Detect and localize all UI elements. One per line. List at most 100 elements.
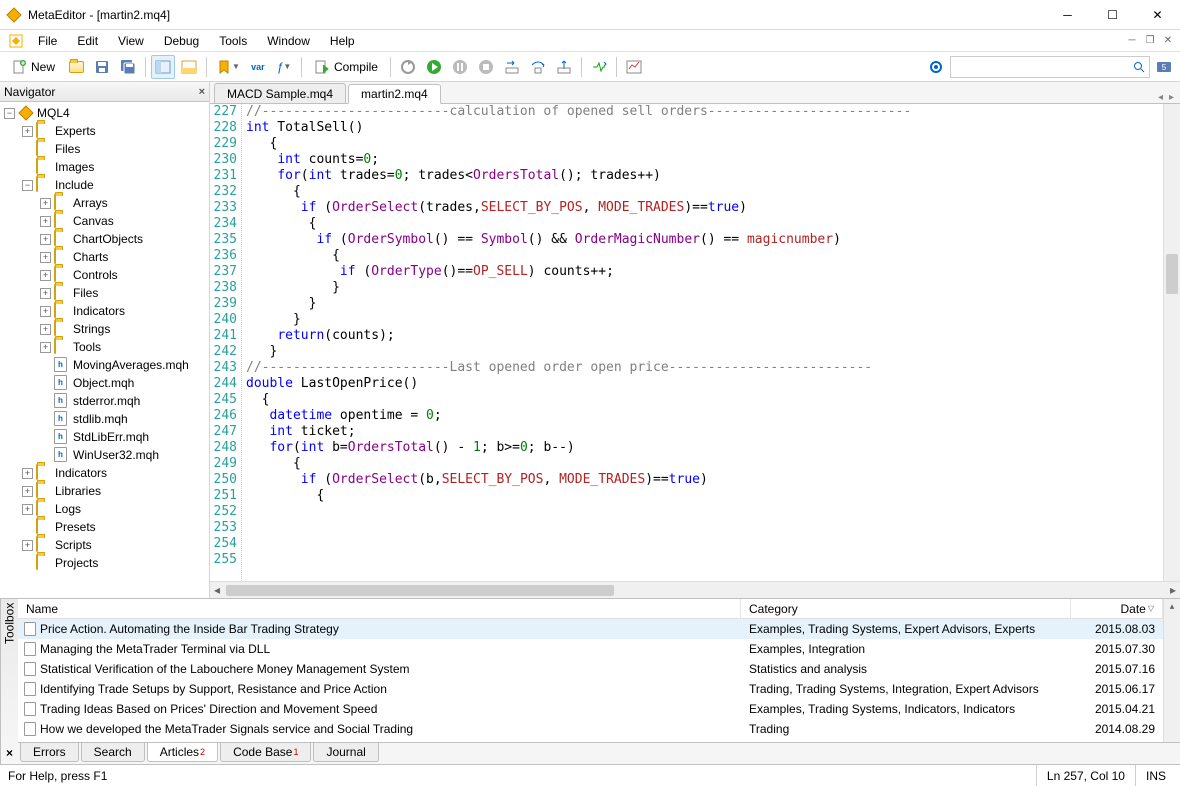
mdi-restore-button[interactable]: ❐: [1142, 34, 1158, 48]
community-button[interactable]: 5: [1152, 55, 1176, 79]
search-input[interactable]: [951, 60, 1129, 74]
toggle-toolbox-button[interactable]: [177, 55, 201, 79]
toolbox-tab-search[interactable]: Search: [81, 743, 145, 762]
tree-item-indicators[interactable]: +Indicators: [0, 302, 209, 320]
tree-item-stdlib-mqh[interactable]: hstdlib.mqh: [0, 410, 209, 428]
open-button[interactable]: [64, 55, 88, 79]
toolbox-tab-code-base[interactable]: Code Base1: [220, 743, 311, 762]
menu-window[interactable]: Window: [257, 32, 320, 50]
step-over-button[interactable]: [526, 55, 550, 79]
scroll-left-arrow[interactable]: ◂: [210, 583, 224, 597]
tree-item-presets[interactable]: Presets: [0, 518, 209, 536]
navigator-tree[interactable]: −MQL4+ExpertsFilesImages−Include+Arrays+…: [0, 102, 209, 598]
navigator-close-button[interactable]: ×: [199, 86, 205, 98]
tree-item-libraries[interactable]: +Libraries: [0, 482, 209, 500]
tree-item-movingaverages-mqh[interactable]: hMovingAverages.mqh: [0, 356, 209, 374]
navigator-header: Navigator ×: [0, 82, 209, 102]
toolbox-tab-errors[interactable]: Errors: [20, 743, 79, 762]
col-category-header[interactable]: Category: [741, 599, 1071, 618]
menu-file[interactable]: File: [28, 32, 67, 50]
tree-item-tools[interactable]: +Tools: [0, 338, 209, 356]
tree-item-canvas[interactable]: +Canvas: [0, 212, 209, 230]
tree-item-controls[interactable]: +Controls: [0, 266, 209, 284]
list-item[interactable]: Trading Ideas Based on Prices' Direction…: [18, 699, 1163, 719]
save-all-button[interactable]: [116, 55, 140, 79]
menu-edit[interactable]: Edit: [67, 32, 108, 50]
menu-debug[interactable]: Debug: [154, 32, 209, 50]
list-item[interactable]: Identifying Trade Setups by Support, Res…: [18, 679, 1163, 699]
menu-view[interactable]: View: [108, 32, 154, 50]
toolbox-vscrollbar[interactable]: ▴: [1163, 599, 1180, 742]
tree-item-include[interactable]: −Include: [0, 176, 209, 194]
tree-item-winuser32-mqh[interactable]: hWinUser32.mqh: [0, 446, 209, 464]
list-item[interactable]: Statistical Verification of the Labouche…: [18, 659, 1163, 679]
step-into-button[interactable]: [500, 55, 524, 79]
compile-button[interactable]: Compile: [307, 55, 385, 79]
code-content[interactable]: //------------------------calculation of…: [242, 104, 1163, 581]
debug-stop-button[interactable]: [474, 55, 498, 79]
svg-text:5: 5: [1162, 63, 1167, 72]
tab-scroll-left[interactable]: ◂: [1158, 92, 1163, 103]
tree-item-projects[interactable]: Projects: [0, 554, 209, 572]
bookmark-button[interactable]: ▼: [212, 55, 244, 79]
mdi-minimize-button[interactable]: ─: [1124, 34, 1140, 48]
list-item[interactable]: How we developed the MetaTrader Signals …: [18, 719, 1163, 739]
toolbox-list-header: Name Category Date ▽: [18, 599, 1163, 619]
minimize-button[interactable]: ─: [1045, 0, 1090, 29]
list-item[interactable]: Managing the MetaTrader Terminal via DLL…: [18, 639, 1163, 659]
tree-item-stdliberr-mqh[interactable]: hStdLibErr.mqh: [0, 428, 209, 446]
tree-item-images[interactable]: Images: [0, 158, 209, 176]
tree-item-files[interactable]: Files: [0, 140, 209, 158]
terminal-button[interactable]: [622, 55, 646, 79]
list-item[interactable]: Price Action. Automating the Inside Bar …: [18, 619, 1163, 639]
tree-item-scripts[interactable]: +Scripts: [0, 536, 209, 554]
tab-macd-sample[interactable]: MACD Sample.mq4: [214, 83, 346, 103]
debug-start-button[interactable]: [422, 55, 446, 79]
step-out-button[interactable]: [552, 55, 576, 79]
search-go-button[interactable]: [1129, 61, 1149, 73]
debug-pause-button[interactable]: [448, 55, 472, 79]
save-button[interactable]: [90, 55, 114, 79]
tree-item-indicators[interactable]: +Indicators: [0, 464, 209, 482]
toggle-navigator-button[interactable]: [151, 55, 175, 79]
toolbox-list[interactable]: Price Action. Automating the Inside Bar …: [18, 619, 1163, 742]
toolbox-tab-articles[interactable]: Articles2: [147, 743, 218, 762]
watch-button[interactable]: var: [246, 55, 270, 79]
function-list-button[interactable]: ƒ▼: [272, 55, 296, 79]
navigator-title: Navigator: [4, 85, 199, 99]
scrollbar-thumb[interactable]: [226, 585, 614, 596]
editor-hscrollbar[interactable]: ◂▸: [210, 581, 1180, 598]
tree-item-chartobjects[interactable]: +ChartObjects: [0, 230, 209, 248]
menu-help[interactable]: Help: [320, 32, 365, 50]
toolbox-panel: × Toolbox Name Category Date ▽ Price Act…: [0, 598, 1180, 764]
search-box[interactable]: [950, 56, 1150, 78]
col-date-header[interactable]: Date ▽: [1071, 599, 1163, 618]
maximize-button[interactable]: ☐: [1090, 0, 1135, 29]
tree-item-files[interactable]: +Files: [0, 284, 209, 302]
tree-root[interactable]: −MQL4: [0, 104, 209, 122]
scrollbar-thumb[interactable]: [1166, 254, 1178, 294]
new-button[interactable]: New: [4, 55, 62, 79]
col-name-header[interactable]: Name: [18, 599, 741, 618]
tab-martin2[interactable]: martin2.mq4: [348, 84, 441, 104]
toolbox-close-button[interactable]: ×: [6, 746, 13, 760]
editor-vscrollbar[interactable]: [1163, 104, 1180, 581]
var-icon: var: [251, 62, 265, 72]
tree-item-object-mqh[interactable]: hObject.mqh: [0, 374, 209, 392]
tree-item-arrays[interactable]: +Arrays: [0, 194, 209, 212]
run-profiler-button[interactable]: [587, 55, 611, 79]
tree-item-stderror-mqh[interactable]: hstderror.mqh: [0, 392, 209, 410]
tab-scroll-right[interactable]: ▸: [1169, 92, 1174, 103]
mdi-close-button[interactable]: ✕: [1160, 34, 1176, 48]
debug-restart-button[interactable]: [396, 55, 420, 79]
tree-item-logs[interactable]: +Logs: [0, 500, 209, 518]
tree-item-experts[interactable]: +Experts: [0, 122, 209, 140]
tree-item-charts[interactable]: +Charts: [0, 248, 209, 266]
settings-button[interactable]: [924, 55, 948, 79]
toolbox-tab-journal[interactable]: Journal: [313, 743, 378, 762]
menu-tools[interactable]: Tools: [209, 32, 257, 50]
scroll-right-arrow[interactable]: ▸: [1166, 583, 1180, 597]
tab-label: MACD Sample.mq4: [227, 87, 333, 101]
close-button[interactable]: ✕: [1135, 0, 1180, 29]
tree-item-strings[interactable]: +Strings: [0, 320, 209, 338]
